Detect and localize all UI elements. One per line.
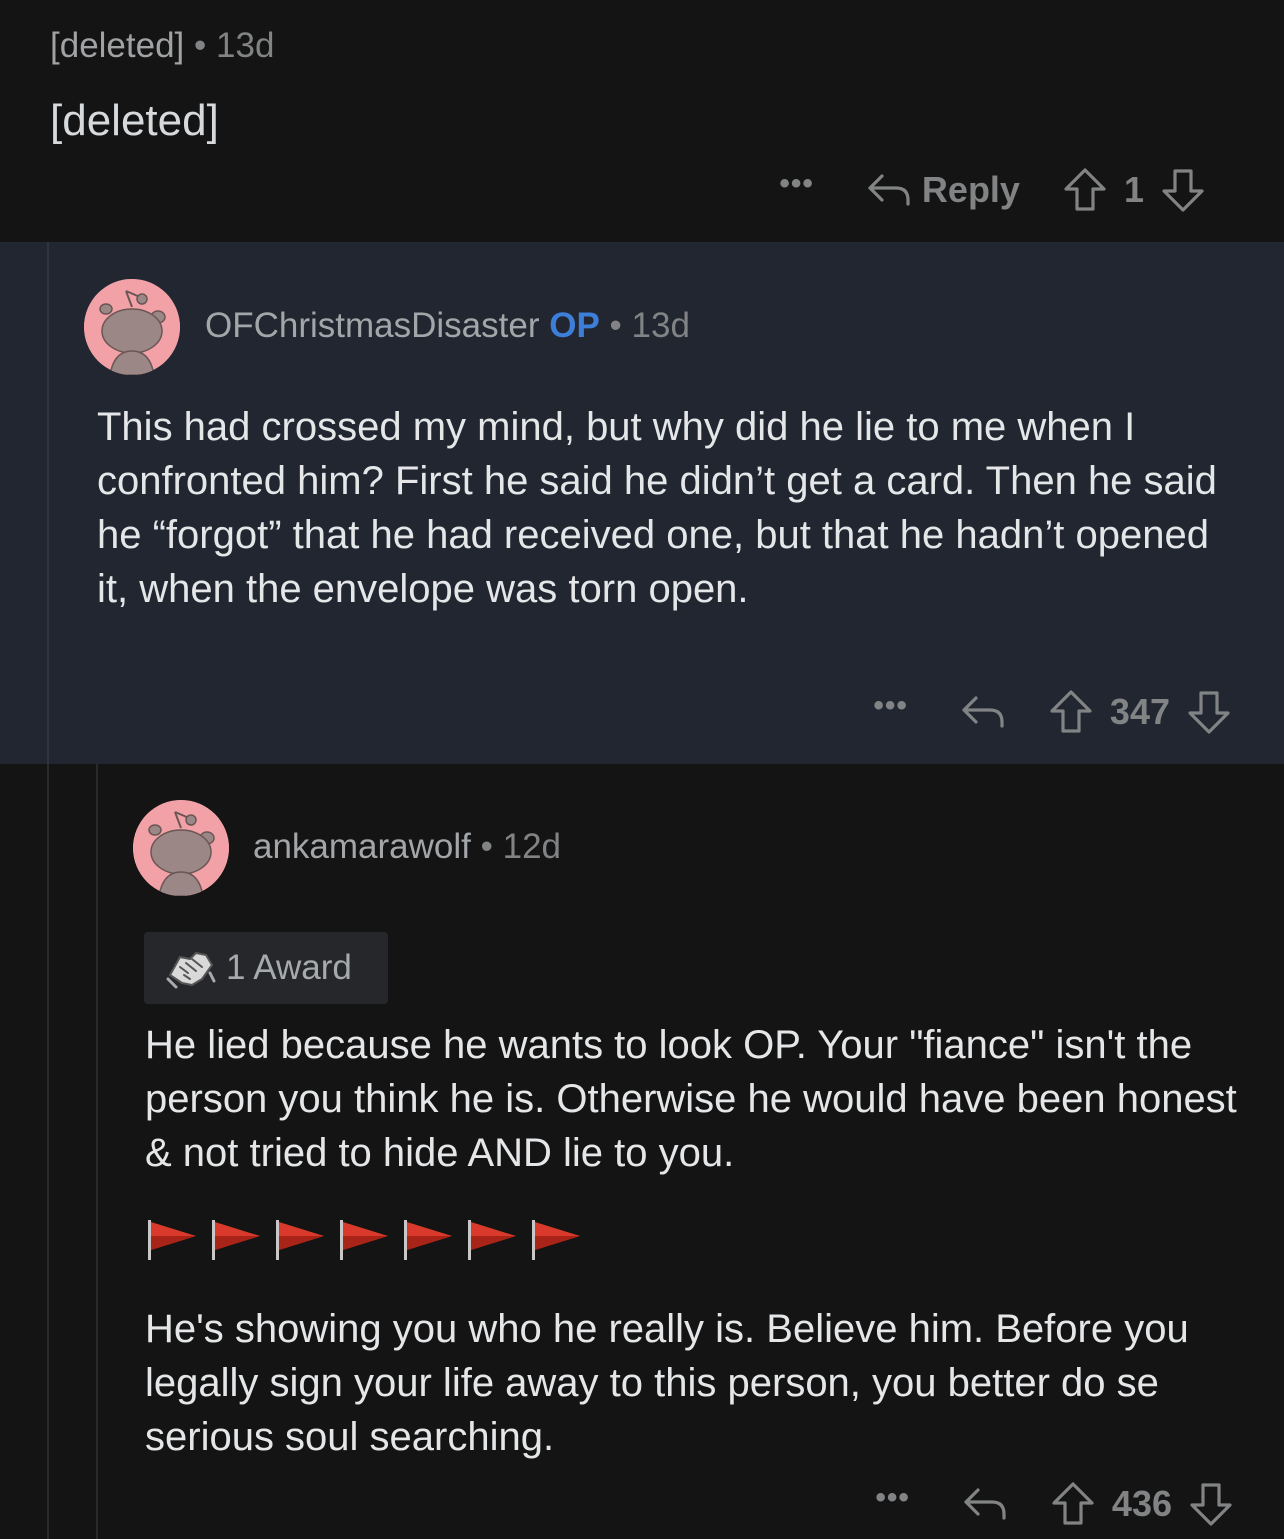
comment-author[interactable]: ankamarawolf: [253, 827, 471, 866]
comment-body: He lied because he wants to look OP. You…: [145, 1023, 1237, 1175]
red-flag-icon: [404, 1220, 452, 1260]
comment-actions: ••• Reply 1: [779, 160, 1206, 220]
handshake-icon: [166, 945, 216, 991]
red-flag-icon: [468, 1220, 516, 1260]
comment-op: OFChristmasDisaster OP • 13d This had cr…: [0, 242, 1284, 764]
comment-actions: ••• 436: [875, 1474, 1234, 1534]
red-flag-icon: [276, 1220, 324, 1260]
more-options-button[interactable]: •••: [873, 691, 908, 733]
upvote-arrow-icon: [1064, 168, 1106, 211]
upvote-arrow-icon: [1052, 1482, 1094, 1525]
comment-age: 13d: [216, 26, 275, 65]
comment-age: 13d: [631, 306, 690, 345]
comment-thread: [deleted] • 13d [deleted] ••• Reply 1 OF…: [0, 0, 1284, 1539]
red-flag-icon: [212, 1220, 260, 1260]
vote-score: 1: [1123, 169, 1144, 210]
more-options-button[interactable]: •••: [779, 169, 814, 211]
comment-deleted: [deleted] • 13d [deleted] ••• Reply 1: [0, 0, 1284, 242]
comment-body: [deleted]: [50, 96, 219, 145]
comment-meta: OFChristmasDisaster OP • 13d: [205, 306, 690, 346]
red-flag-icon: [148, 1220, 196, 1260]
downvote-button[interactable]: [1160, 167, 1206, 213]
comment-author[interactable]: OFChristmasDisaster: [205, 306, 539, 345]
downvote-arrow-icon: [1188, 691, 1230, 734]
award-badge[interactable]: 1 Award: [144, 932, 388, 1004]
comment-meta: ankamarawolf • 12d: [253, 827, 561, 867]
avatar[interactable]: [133, 800, 229, 896]
vote-score: 347: [1109, 691, 1170, 732]
downvote-arrow-icon: [1162, 169, 1204, 212]
reply-button[interactable]: Reply: [866, 169, 1020, 211]
comment-reply: ankamarawolf • 12d 1 Award He lied becau…: [0, 764, 1284, 1539]
thread-line[interactable]: [96, 764, 98, 1539]
upvote-button[interactable]: [1048, 689, 1094, 735]
red-flag-icon: [532, 1220, 580, 1260]
reply-button[interactable]: [960, 692, 1006, 732]
comment-age: 12d: [502, 827, 562, 866]
comment-body: This had crossed my mind, but why did he…: [97, 405, 1217, 611]
downvote-button[interactable]: [1188, 1481, 1234, 1527]
meta-separator: •: [194, 26, 207, 65]
vote-score: 436: [1111, 1483, 1172, 1524]
reply-arrow-icon: [962, 696, 1004, 728]
more-options-button[interactable]: •••: [875, 1483, 910, 1525]
red-flag-icon: [340, 1220, 388, 1260]
downvote-arrow-icon: [1190, 1483, 1232, 1526]
upvote-button[interactable]: [1062, 167, 1108, 213]
reply-label: Reply: [921, 169, 1020, 210]
downvote-button[interactable]: [1186, 689, 1232, 735]
red-flags-row: [146, 1216, 594, 1262]
snoo-avatar-icon: [84, 279, 180, 375]
comment-actions: ••• 347: [873, 682, 1232, 742]
award-label: 1 Award: [226, 948, 352, 987]
upvote-button[interactable]: [1050, 1481, 1096, 1527]
reply-arrow-icon: [868, 174, 910, 206]
comment-author[interactable]: [deleted]: [50, 26, 184, 65]
reply-button[interactable]: [962, 1484, 1008, 1524]
meta-separator: •: [609, 306, 622, 345]
op-badge: OP: [549, 306, 600, 345]
reply-arrow-icon: [964, 1488, 1006, 1520]
comment-body-continued: He's showing you who he really is. Belie…: [145, 1307, 1189, 1459]
comment-meta: [deleted] • 13d: [50, 26, 274, 66]
thread-line[interactable]: [47, 242, 49, 764]
avatar[interactable]: [84, 279, 180, 375]
meta-separator: •: [480, 827, 493, 866]
upvote-arrow-icon: [1050, 690, 1092, 733]
snoo-avatar-icon: [133, 800, 229, 896]
thread-line[interactable]: [47, 764, 49, 1539]
